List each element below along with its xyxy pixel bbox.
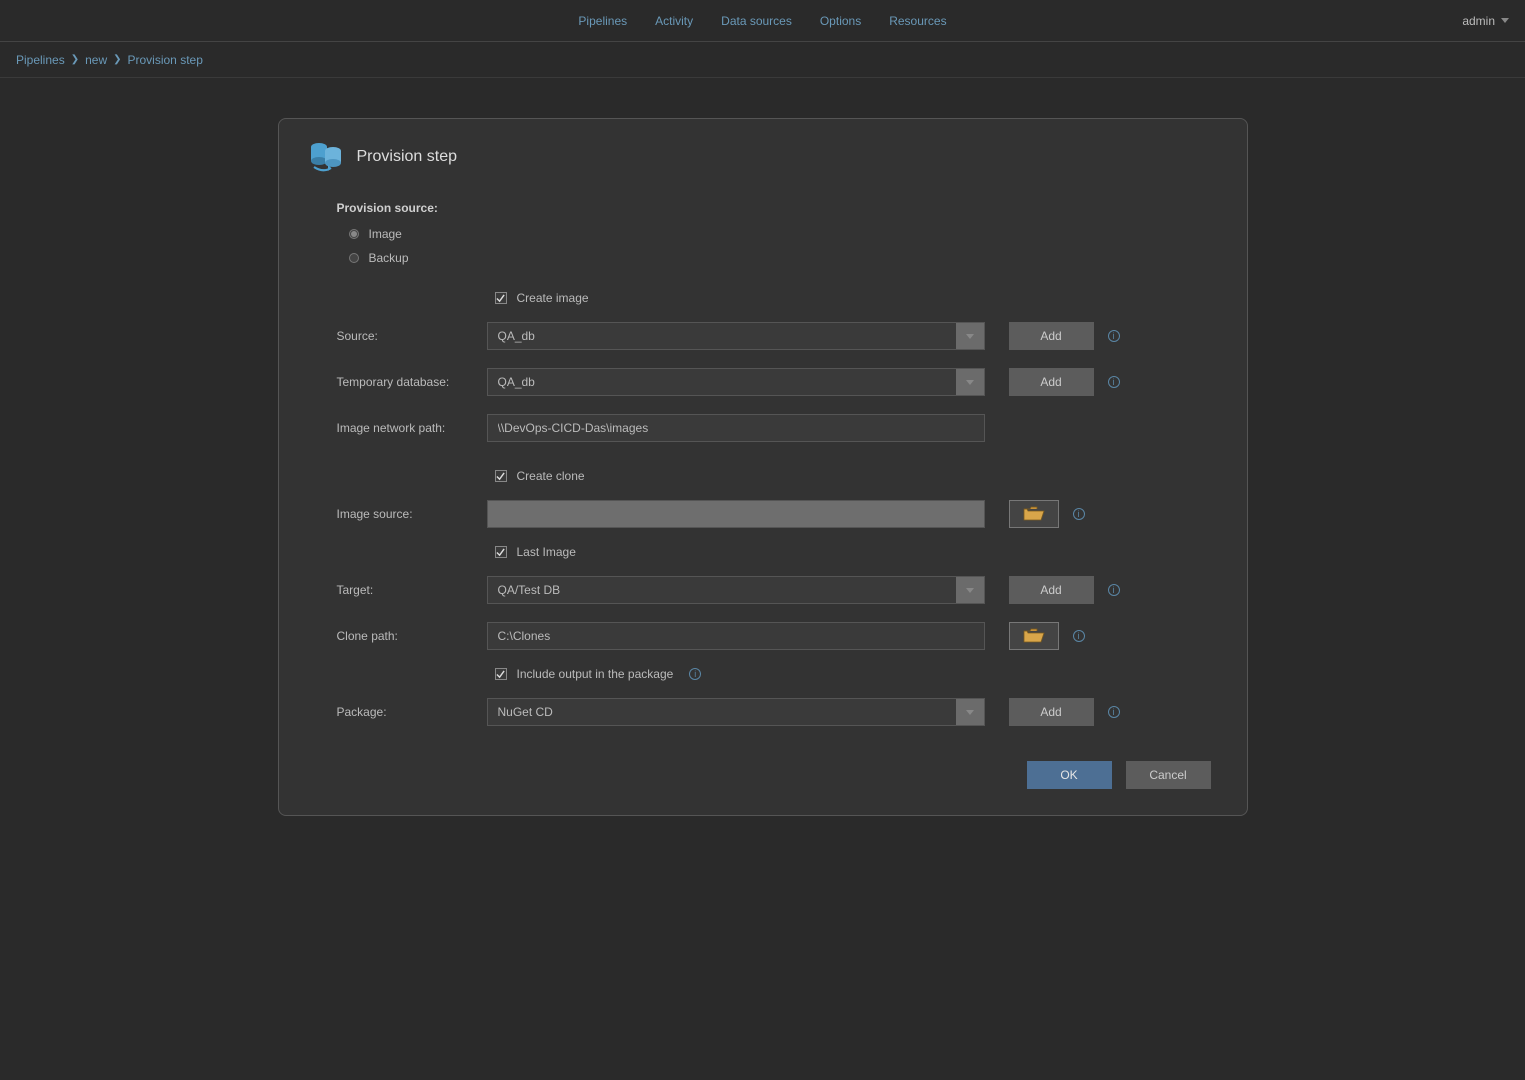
tempdb-label: Temporary database: bbox=[337, 375, 487, 389]
target-select[interactable]: QA/Test DB bbox=[487, 576, 985, 604]
target-value: QA/Test DB bbox=[488, 577, 956, 603]
provision-step-panel: Provision step Provision source: Image B… bbox=[278, 118, 1248, 816]
info-icon[interactable]: i bbox=[689, 668, 701, 680]
source-select[interactable]: QA_db bbox=[487, 322, 985, 350]
checkbox-include-output[interactable] bbox=[495, 668, 507, 680]
package-select[interactable]: NuGet CD bbox=[487, 698, 985, 726]
nav-resources[interactable]: Resources bbox=[889, 14, 946, 28]
clonepath-input[interactable] bbox=[487, 622, 985, 650]
user-menu[interactable]: admin bbox=[1462, 14, 1509, 28]
info-icon[interactable]: i bbox=[1108, 706, 1120, 718]
tempdb-add-button[interactable]: Add bbox=[1009, 368, 1094, 396]
breadcrumb-provision-step[interactable]: Provision step bbox=[128, 53, 203, 67]
checkbox-create-image-label: Create image bbox=[517, 291, 589, 305]
nav-links: Pipelines Activity Data sources Options … bbox=[578, 14, 946, 28]
radio-backup-label: Backup bbox=[369, 251, 409, 265]
target-add-button[interactable]: Add bbox=[1009, 576, 1094, 604]
folder-open-icon bbox=[1023, 506, 1045, 522]
imgsrc-browse-button[interactable] bbox=[1009, 500, 1059, 528]
panel-title: Provision step bbox=[357, 148, 458, 166]
package-add-button[interactable]: Add bbox=[1009, 698, 1094, 726]
info-icon[interactable]: i bbox=[1108, 584, 1120, 596]
nav-activity[interactable]: Activity bbox=[655, 14, 693, 28]
imgpath-label: Image network path: bbox=[337, 421, 487, 435]
checkbox-last-image-label: Last Image bbox=[517, 545, 576, 559]
chevron-down-icon bbox=[956, 369, 984, 395]
imgsrc-label: Image source: bbox=[337, 507, 487, 521]
source-add-button[interactable]: Add bbox=[1009, 322, 1094, 350]
info-icon[interactable]: i bbox=[1108, 376, 1120, 388]
radio-image-label: Image bbox=[369, 227, 402, 241]
folder-open-icon bbox=[1023, 628, 1045, 644]
clonepath-label: Clone path: bbox=[337, 629, 487, 643]
nav-data-sources[interactable]: Data sources bbox=[721, 14, 792, 28]
chevron-down-icon bbox=[956, 577, 984, 603]
ok-button[interactable]: OK bbox=[1027, 761, 1112, 789]
chevron-down-icon bbox=[956, 699, 984, 725]
breadcrumb-new[interactable]: new bbox=[85, 53, 107, 67]
checkbox-include-output-label: Include output in the package bbox=[517, 667, 674, 681]
info-icon[interactable]: i bbox=[1073, 630, 1085, 642]
checkbox-create-clone-label: Create clone bbox=[517, 469, 585, 483]
nav-options[interactable]: Options bbox=[820, 14, 861, 28]
chevron-right-icon: ❯ bbox=[113, 54, 121, 65]
cancel-button[interactable]: Cancel bbox=[1126, 761, 1211, 789]
source-value: QA_db bbox=[488, 323, 956, 349]
nav-pipelines[interactable]: Pipelines bbox=[578, 14, 627, 28]
radio-backup[interactable] bbox=[349, 253, 359, 263]
user-name: admin bbox=[1462, 14, 1495, 28]
package-value: NuGet CD bbox=[488, 699, 956, 725]
checkbox-create-image[interactable] bbox=[495, 292, 507, 304]
checkbox-last-image[interactable] bbox=[495, 546, 507, 558]
database-clone-icon bbox=[309, 141, 345, 173]
tempdb-value: QA_db bbox=[488, 369, 956, 395]
info-icon[interactable]: i bbox=[1108, 330, 1120, 342]
top-navbar: Pipelines Activity Data sources Options … bbox=[0, 0, 1525, 42]
checkbox-create-clone[interactable] bbox=[495, 470, 507, 482]
breadcrumb: Pipelines ❯ new ❯ Provision step bbox=[0, 42, 1525, 78]
chevron-down-icon bbox=[1501, 18, 1509, 23]
target-label: Target: bbox=[337, 583, 487, 597]
imgsrc-input bbox=[487, 500, 985, 528]
radio-image[interactable] bbox=[349, 229, 359, 239]
tempdb-select[interactable]: QA_db bbox=[487, 368, 985, 396]
chevron-down-icon bbox=[956, 323, 984, 349]
package-label: Package: bbox=[337, 705, 487, 719]
clonepath-browse-button[interactable] bbox=[1009, 622, 1059, 650]
imgpath-input[interactable] bbox=[487, 414, 985, 442]
source-label: Source: bbox=[337, 329, 487, 343]
info-icon[interactable]: i bbox=[1073, 508, 1085, 520]
chevron-right-icon: ❯ bbox=[71, 54, 79, 65]
breadcrumb-pipelines[interactable]: Pipelines bbox=[16, 53, 65, 67]
provision-source-label: Provision source: bbox=[337, 201, 1217, 215]
